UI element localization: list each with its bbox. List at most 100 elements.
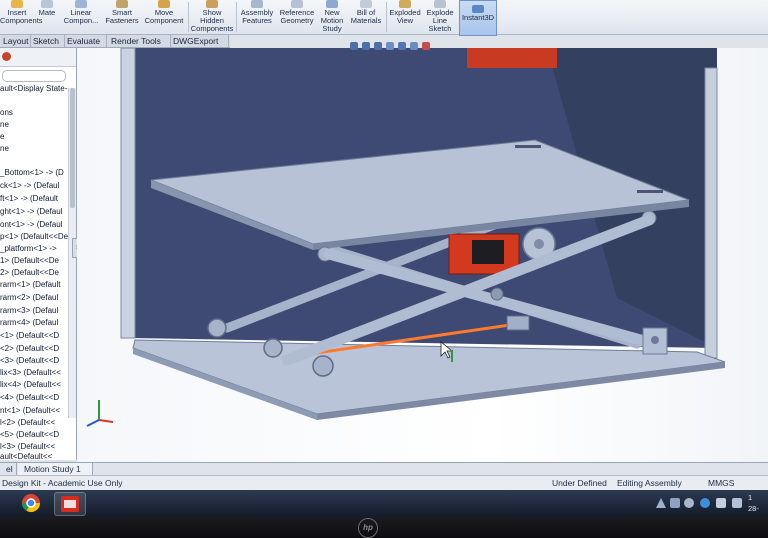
tree-item[interactable]: <2> (Default<<D [0,344,59,354]
hide-show-items-icon[interactable] [422,42,430,50]
roller-bearing[interactable] [312,355,334,377]
tray-flag-icon[interactable] [670,498,680,508]
tree-item[interactable]: lix<4> (Default<< [0,380,61,390]
tray-expand-icon[interactable] [656,498,666,508]
tree-item[interactable]: rarm<1> (Default [0,280,60,290]
show-hidden-components-button[interactable]: Show Hidden Components [190,0,234,34]
tree-item[interactable]: ault<Default<< [0,452,52,462]
insert-components-button[interactable]: Insert Components [0,0,43,34]
exploded-view-icon [399,0,411,8]
platform-slot[interactable] [637,190,663,193]
zoom-to-fit-icon[interactable] [350,42,358,50]
explode-line-sketch-button[interactable]: Explode Line Sketch [424,0,456,34]
tree-item[interactable]: _Bottom<1> -> (D [0,168,64,178]
motion-study-icon [326,0,338,8]
tree-item[interactable]: ault<Display State- [0,84,67,94]
tree-item[interactable]: ne [0,144,9,154]
mate-button[interactable]: Mate [36,0,58,34]
motor-shaft[interactable] [534,239,544,249]
cursor-indicator [451,350,453,362]
tree-scrollbar-thumb[interactable] [70,88,75,208]
tree-item[interactable]: ne [0,120,9,130]
tree-item[interactable]: <4> (Default<<D [0,393,59,403]
tree-item[interactable]: 1> (Default<<De [0,256,59,266]
tab-evaluate[interactable]: Evaluate [64,35,107,47]
tray-power-icon[interactable] [732,498,742,508]
tree-filter-input[interactable] [2,70,66,82]
slider-block[interactable] [506,315,530,331]
enclosure-left-wall-edge[interactable] [120,48,136,339]
ribbon-separator [236,2,237,32]
command-manager-tabs: Layout Sketch Evaluate Render Tools DWGE… [0,35,230,48]
platform-slot[interactable] [515,145,541,148]
triad-x-axis [98,419,114,423]
show-hidden-icon [206,0,218,8]
zoom-to-area-icon[interactable] [362,42,370,50]
upper-motor-housing[interactable] [467,48,557,68]
clock-date: 28- [748,504,759,513]
feature-manager-icon[interactable] [2,52,11,61]
tree-item[interactable]: lix<3> (Default<< [0,368,61,378]
tray-volume-icon[interactable] [716,498,726,508]
instant3d-button[interactable]: Instant3D [459,0,497,36]
ribbon-separator [386,2,387,32]
assembly-model-view[interactable] [77,48,768,462]
monitor-bezel [0,516,768,538]
center-pivot-pin[interactable] [490,287,504,301]
roller-bearing[interactable] [207,318,227,338]
assembly-features-icon [251,0,263,8]
tab-model[interactable]: el [0,463,17,475]
chrome-taskbar-button[interactable] [16,492,46,514]
tree-item[interactable]: ft<1> -> (Default [0,194,58,204]
tree-item[interactable]: rarm<4> (Defaul [0,318,58,328]
tree-item[interactable]: <3> (Default<<D [0,356,59,366]
chrome-icon [21,494,40,513]
tree-item[interactable]: 2> (Default<<De [0,268,59,278]
tree-item[interactable]: p<1> (Default<<De [0,232,68,242]
tab-dwgexport[interactable]: DWGExport [170,35,229,47]
tree-item[interactable]: l<3> (Default<< [0,442,55,452]
linear-component-pattern-button[interactable]: Linear Compon... [60,0,102,34]
tree-item[interactable]: nt<1> (Default<< [0,406,60,416]
base-pivot-pin[interactable] [651,336,659,344]
previous-view-icon[interactable] [374,42,382,50]
tray-bluetooth-icon[interactable] [700,498,710,508]
tree-item[interactable]: ons [0,108,13,118]
tree-item[interactable]: ght<1> -> (Defaul [0,207,62,217]
tree-item[interactable]: l<2> (Default<< [0,418,55,428]
smart-fasteners-icon [116,0,128,8]
motor-label-panel[interactable] [472,240,504,264]
bill-of-materials-button[interactable]: Bill of Materials [348,0,384,34]
tree-item[interactable]: _platform<1> -> [0,244,57,254]
tab-motion-study-1[interactable]: Motion Study 1 [18,463,93,475]
solidworks-taskbar-button[interactable] [54,492,86,516]
reference-geometry-button[interactable]: Reference Geometry [278,0,316,34]
section-view-icon[interactable] [386,42,394,50]
tree-item[interactable]: e [0,132,4,142]
tree-item[interactable]: ck<1> -> (Defaul [0,181,59,191]
roller-bearing[interactable] [263,338,283,358]
assembly-features-button[interactable]: Assembly Features [238,0,276,34]
tab-render-tools[interactable]: Render Tools [108,35,171,47]
solidworks-icon [61,496,79,512]
view-orientation-icon[interactable] [398,42,406,50]
tab-sketch[interactable]: Sketch [30,35,65,47]
status-defined: Under Defined [552,478,607,488]
enclosure-right-wall-edge[interactable] [704,67,718,359]
tab-layout[interactable]: Layout [0,35,31,47]
status-product-text: Design Kit - Academic Use Only [2,478,123,488]
tree-item[interactable]: <5> (Default<<D [0,430,59,440]
exploded-view-button[interactable]: Exploded View [388,0,422,34]
new-motion-study-button[interactable]: New Motion Study [318,0,346,34]
smart-fasteners-button[interactable]: Smart Fasteners [104,0,140,34]
tree-item[interactable]: rarm<2> (Defaul [0,293,58,303]
tree-item[interactable]: rarm<3> (Defaul [0,306,58,316]
tray-network-icon[interactable] [684,498,694,508]
tree-item[interactable]: <1> (Default<<D [0,331,59,341]
tree-item[interactable]: ont<1> -> (Defaul [0,220,62,230]
status-units[interactable]: MMGS [708,476,734,490]
display-style-icon[interactable] [410,42,418,50]
move-component-button[interactable]: Move Component [142,0,186,34]
taskbar-clock[interactable]: 1 28- [748,492,768,514]
command-manager-ribbon: Insert Components Mate Linear Compon... … [0,0,768,36]
